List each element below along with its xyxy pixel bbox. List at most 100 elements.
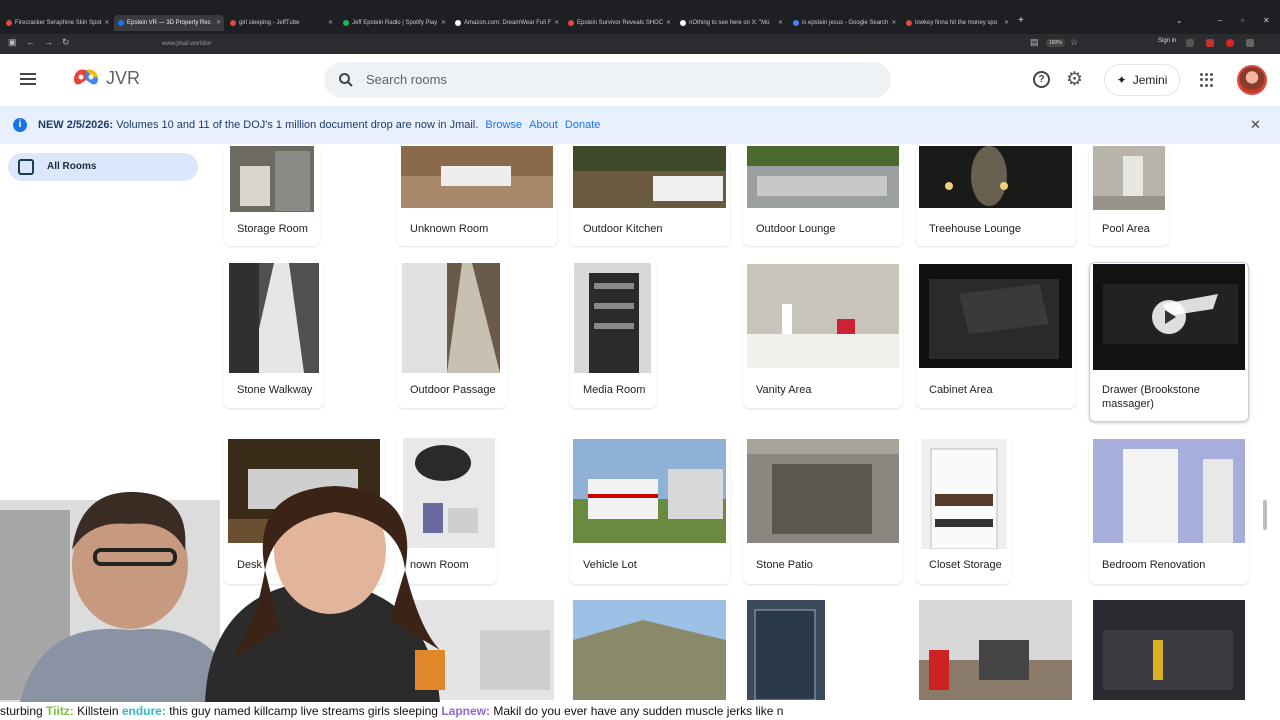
apps-grid-icon[interactable] [1200,73,1214,87]
room-label: Outdoor Passage [410,384,496,396]
banner-link-browse[interactable]: Browse [485,119,522,131]
tab-title: Firecracker Seraphine Skin Spot [15,20,102,26]
tab-close-icon[interactable]: ✕ [441,15,449,31]
room-thumbnail[interactable] [1093,146,1165,210]
jvr-logo-icon [74,69,98,85]
back-icon[interactable]: ← [26,37,35,47]
gear-icon[interactable]: ⚙ [1066,70,1083,89]
extension-icon[interactable] [1226,39,1234,47]
room-thumbnail[interactable] [747,600,825,700]
room-label: Unknown Room [410,223,489,235]
browser-tab[interactable]: is epstein jesus - Google Search ✕ [789,15,899,31]
search-icon [339,73,353,87]
close-icon[interactable]: ✕ [1250,117,1261,133]
room-thumbnail[interactable] [401,146,553,208]
jemini-label: Jemini [1132,73,1168,87]
room-label: Stone Patio [756,559,813,571]
sign-in-button[interactable]: Sign in [1158,38,1176,44]
scrollbar[interactable] [1263,500,1267,530]
room-label: Bedroom Renovation [1102,559,1206,571]
chat-username: Tiitz: [46,704,74,718]
avatar[interactable] [1237,65,1267,95]
tab-close-icon[interactable]: ✕ [666,15,674,31]
hamburger-menu-icon[interactable] [20,73,36,85]
zoom-badge[interactable]: 160% [1046,39,1065,47]
forward-icon[interactable]: → [44,37,53,47]
sidebar-toggle-icon[interactable]: ▣ [8,37,17,48]
room-thumbnail[interactable] [919,146,1072,208]
browser-tab[interactable]: Jeff Epstein Radio | Spotify Play ✕ [339,15,449,31]
play-icon[interactable] [1152,300,1186,334]
sidebar-item-all-rooms[interactable]: All Rooms [8,153,198,181]
room-label: Media Room [583,384,646,396]
jemini-button[interactable]: ✦ Jemini [1104,64,1180,96]
tab-close-icon[interactable]: ✕ [216,15,224,31]
tab-close-icon[interactable]: ✕ [778,15,786,31]
room-thumbnail[interactable] [573,600,726,700]
webcam-overlay [0,486,445,702]
app-header: JVR Search rooms ? ⚙ ✦ Jemini [0,54,1280,106]
tab-close-icon[interactable]: ✕ [328,15,336,31]
room-thumbnail[interactable] [402,263,500,373]
room-thumbnail[interactable] [921,439,1007,549]
room-thumbnail[interactable] [230,146,314,212]
search-placeholder: Search rooms [366,72,447,87]
room-label: Outdoor Lounge [756,223,836,235]
browser-tab[interactable]: nOthing to see here on X: "Mo ✕ [676,15,786,31]
browser-tab[interactable]: Epstein VR — 3D Property Rec ✕ [114,15,224,31]
room-thumbnail[interactable] [229,263,319,373]
room-thumbnail[interactable] [747,146,899,208]
app-name: JVR [106,68,141,88]
tab-favicon-icon [343,20,349,26]
tab-close-icon[interactable]: ✕ [1004,15,1012,31]
banner-link-donate[interactable]: Donate [565,119,600,131]
room-thumbnail[interactable] [919,264,1072,368]
minimize-icon[interactable]: – [1218,16,1222,25]
restore-icon[interactable]: ▫ [1241,16,1244,25]
room-thumbnail[interactable] [747,264,899,368]
stream-chat-ticker: sturbing Tiitz: Killstein endure: this g… [0,702,1280,720]
room-thumbnail[interactable] [747,439,899,543]
tab-title: nOthing to see here on X: "Mo [689,20,770,26]
room-thumbnail[interactable] [1093,439,1245,543]
tab-list-icon[interactable]: ⌄ [1176,16,1183,25]
browser-tab[interactable]: Firecracker Seraphine Skin Spot ✕ [2,15,112,31]
extension-icon[interactable] [1246,39,1254,47]
room-thumbnail[interactable] [573,439,726,543]
help-icon[interactable]: ? [1033,71,1050,88]
browser-tab[interactable]: Amazon.com: DreamWear Full F ✕ [451,15,561,31]
room-thumbnail[interactable] [919,600,1072,700]
browser-tab[interactable]: girl sleeping - JeffTube ✕ [226,15,336,31]
bookmark-star-icon[interactable]: ☆ [1070,37,1078,48]
sparkle-icon: ✦ [1116,73,1127,87]
browser-tab[interactable]: Epstein Survivor Reveals SHOC ✕ [564,15,674,31]
browser-tab[interactable]: lowkey finna hit the money spo ✕ [902,15,1012,31]
room-thumbnail[interactable] [573,146,726,208]
search-input[interactable]: Search rooms [324,62,891,98]
tab-close-icon[interactable]: ✕ [891,15,899,31]
tab-favicon-icon [793,20,799,26]
tab-title: Amazon.com: DreamWear Full F [464,20,552,26]
reload-icon[interactable]: ↻ [62,37,70,48]
tab-favicon-icon [455,20,461,26]
room-thumbnail[interactable] [1093,600,1245,700]
extension-icon[interactable] [1186,39,1194,47]
room-label: Closet Storage [929,559,1002,571]
tab-title: Jeff Epstein Radio | Spotify Play [352,20,438,26]
tab-close-icon[interactable]: ✕ [554,15,561,31]
room-label: Stone Walkway [237,384,313,396]
room-thumbnail[interactable] [574,263,651,373]
browser-tab-bar: Firecracker Seraphine Skin Spot ✕ Epstein … [0,0,1280,34]
reader-icon[interactable]: ▤ [1030,37,1039,48]
banner-text: NEW 2/5/2026: Volumes 10 and 11 of the D… [38,119,600,131]
tab-close-icon[interactable]: ✕ [104,15,112,31]
banner-message: Volumes 10 and 11 of the DOJ's 1 million… [116,119,479,131]
new-tab-button[interactable]: + [1018,15,1024,26]
tab-favicon-icon [230,20,236,26]
address-bar[interactable]: www.jmail.world/vr [138,37,1018,51]
room-label: Cabinet Area [929,384,993,396]
window-close-icon[interactable]: ✕ [1263,16,1270,25]
extension-icon[interactable] [1206,39,1214,47]
chat-message: Makil do you ever have any sudden muscle… [489,704,784,718]
banner-link-about[interactable]: About [529,119,558,131]
